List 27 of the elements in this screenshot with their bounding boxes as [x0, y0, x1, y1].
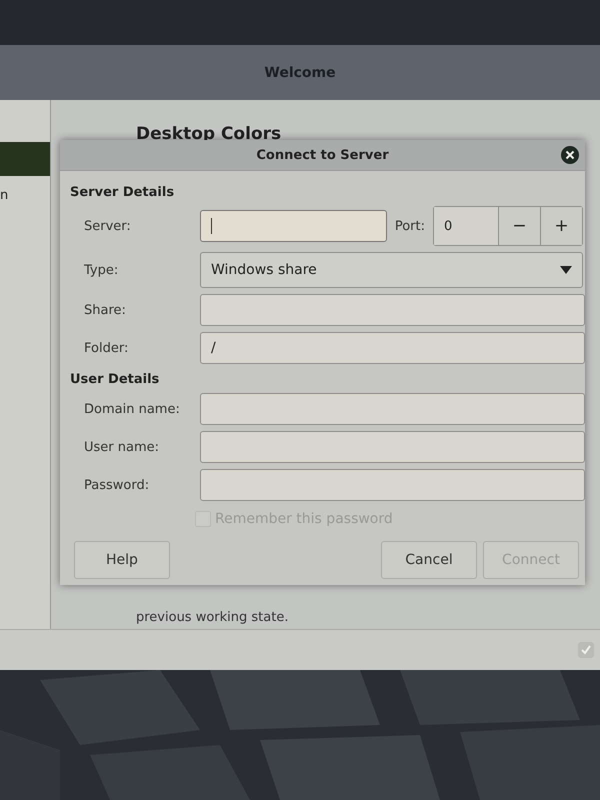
- close-icon[interactable]: [561, 146, 579, 164]
- section-heading: Server Details: [70, 185, 176, 200]
- body-text: previous working state.: [136, 610, 290, 625]
- dialog-button[interactable]: Help: [74, 541, 170, 579]
- sidebar-item[interactable]: n: [0, 176, 50, 203]
- field-label: User name:: [84, 440, 160, 454]
- section-heading: Desktop Colors: [136, 124, 282, 144]
- input-field[interactable]: /: [200, 332, 585, 364]
- input-field[interactable]: [200, 294, 585, 326]
- input-field[interactable]: [200, 393, 585, 425]
- section-heading: User Details: [70, 372, 160, 387]
- field-label: Server:: [84, 218, 132, 234]
- input-field[interactable]: [200, 469, 585, 501]
- server-field[interactable]: [200, 210, 387, 242]
- dialog-title: Connect to Server: [256, 148, 389, 162]
- field-label: Type:: [84, 262, 120, 278]
- field-label: Password:: [84, 478, 150, 492]
- port-label: Port:: [394, 218, 425, 234]
- field-label: Domain name:: [84, 402, 181, 416]
- dialog-button[interactable]: Cancel: [381, 541, 477, 579]
- type-dropdown[interactable]: Windows share: [200, 252, 583, 288]
- window-title: Welcome: [264, 64, 336, 80]
- caret-icon: [560, 266, 572, 274]
- field-label: Folder:: [84, 340, 130, 356]
- checkbox[interactable]: [578, 642, 594, 658]
- input-field[interactable]: [200, 431, 585, 463]
- field-label: Share:: [84, 302, 127, 318]
